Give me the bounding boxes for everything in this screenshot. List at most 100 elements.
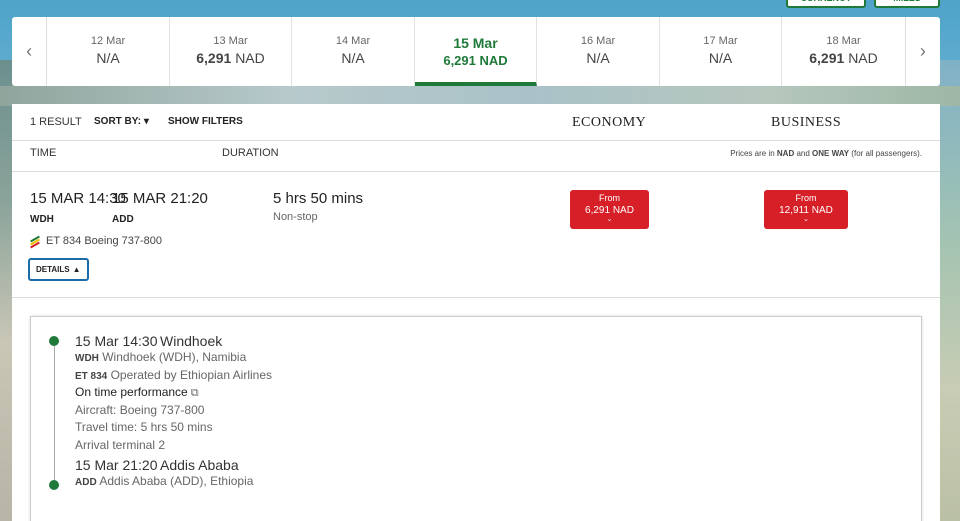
results-toolbar: 1 RESULT SORT BY: ▾ SHOW FILTERS ECONOMY…: [12, 104, 940, 141]
date-cell[interactable]: 17 Mar N/A: [660, 17, 783, 86]
date-cell[interactable]: 13 Mar 6,291 NAD: [170, 17, 293, 86]
date-label: 15 Mar: [453, 35, 498, 51]
background-strip: [0, 86, 960, 106]
flight-row: 15 MAR 14:30 15 MAR 21:20 WDH ADD 5 hrs …: [12, 172, 940, 298]
business-fare-button[interactable]: From 12,911 NAD ⌄: [764, 190, 848, 229]
departure-dot-icon: [49, 336, 59, 346]
date-cell[interactable]: 18 Mar 6,291 NAD: [782, 17, 905, 86]
price-note-text: and: [794, 149, 813, 158]
business-header: BUSINESS: [771, 115, 842, 130]
date-price-currency: NAD: [848, 50, 878, 66]
chevron-down-icon: ⌄: [803, 216, 809, 223]
price-note-text: (for all passengers).: [849, 149, 922, 158]
departure-code: WDH: [75, 353, 99, 364]
arrival-code: ADD: [112, 214, 134, 225]
result-count: 1 RESULT: [30, 116, 82, 128]
date-price: N/A: [96, 50, 120, 66]
travel-time-value: 5 hrs 50 mins: [140, 420, 213, 434]
column-header-row: TIME DURATION Prices are in NAD and ONE …: [12, 141, 940, 172]
chevron-down-icon: ⌄: [606, 216, 613, 223]
date-label: 14 Mar: [335, 35, 371, 47]
date-cell[interactable]: 14 Mar N/A: [292, 17, 415, 86]
business-from-label: From: [795, 193, 817, 203]
date-label: 12 Mar: [90, 35, 126, 47]
date-cell[interactable]: 16 Mar N/A: [537, 17, 660, 86]
date-label: 17 Mar: [703, 35, 738, 47]
flight-info-text: ET 834 Boeing 737-800: [46, 235, 162, 247]
business-price: 12,911 NAD: [779, 205, 833, 216]
arrival-airport: Addis Ababa (ADD), Ethiopia: [99, 474, 254, 488]
aircraft-label: Aircraft:: [75, 403, 117, 417]
segment-departure-time: 15 Mar 14:30: [75, 333, 158, 349]
date-list: 12 Mar N/A 13 Mar 6,291 NAD 14 Mar N/A 1…: [46, 17, 906, 86]
aircraft-value: Boeing 737-800: [119, 403, 205, 417]
price-note-currency: NAD: [776, 149, 795, 158]
chevron-left-icon: ‹: [26, 41, 33, 61]
airline-logo-icon: [30, 235, 42, 249]
next-date-arrow[interactable]: ›: [906, 17, 940, 86]
segment-arrival-airport: ADD Addis Ababa (ADD), Ethiopia: [75, 474, 253, 488]
prev-date-arrow[interactable]: ‹: [12, 17, 46, 86]
price-note: Prices are in NAD and ONE WAY (for all p…: [730, 149, 922, 158]
date-price: N/A: [586, 50, 610, 66]
top-buttons: CURRENCY MILES: [786, 0, 940, 8]
sort-by-dropdown[interactable]: SORT BY: ▾: [94, 116, 149, 127]
segment-departure-city: Windhoek: [160, 333, 223, 349]
date-price: 6,291 NAD: [443, 53, 508, 68]
arrival-time: 15 MAR 21:20: [112, 190, 208, 207]
date-carousel: ‹ 12 Mar N/A 13 Mar 6,291 NAD 14 Mar N/A…: [12, 17, 940, 86]
time-column-header: TIME: [30, 147, 57, 159]
caret-up-icon: ▲: [72, 265, 81, 274]
terminal-label: Arrival terminal: [75, 438, 156, 452]
price-note-text: Prices are in: [730, 149, 777, 158]
on-time-performance-link[interactable]: On time performance ⧉: [75, 385, 199, 400]
sort-by-label: SORT BY:: [94, 116, 142, 127]
date-price: N/A: [708, 50, 733, 66]
flight-info: ET 834 Boeing 737-800: [30, 235, 162, 249]
date-price-amount: 6,291: [196, 50, 232, 66]
results-panel: 1 RESULT SORT BY: ▾ SHOW FILTERS ECONOMY…: [12, 104, 940, 521]
departure-code: WDH: [30, 214, 54, 225]
economy-fare-button[interactable]: From 6,291 NAD ⌄: [570, 190, 649, 229]
departure-airport: Windhoek (WDH), Namibia: [102, 350, 247, 364]
timeline-line: [54, 341, 55, 489]
show-filters-button[interactable]: SHOW FILTERS: [168, 116, 243, 127]
date-price: N/A: [341, 50, 365, 66]
external-link-icon: ⧉: [190, 387, 199, 399]
date-price-amount: 6,291: [809, 50, 845, 66]
date-cell[interactable]: 12 Mar N/A: [47, 17, 170, 86]
stops-info: Non-stop: [273, 211, 318, 223]
segment-flight-operator: ET 834 Operated by Ethiopian Airlines: [75, 368, 272, 382]
date-cell-selected[interactable]: 15 Mar 6,291 NAD: [414, 17, 538, 86]
economy-price: 6,291 NAD: [585, 205, 634, 216]
date-price: 6,291 NAD: [170, 50, 292, 66]
operated-by: Operated by Ethiopian Airlines: [110, 368, 273, 382]
travel-time-info: Travel time: 5 hrs 50 mins: [75, 420, 213, 434]
flight-duration: 5 hrs 50 mins: [273, 190, 364, 207]
travel-time-label: Travel time:: [75, 420, 138, 434]
economy-header: ECONOMY: [572, 115, 647, 130]
flight-number: ET 834: [75, 371, 108, 382]
arrival-code: ADD: [75, 477, 97, 488]
date-price: 6,291 NAD: [782, 50, 905, 66]
details-button[interactable]: DETAILS ▲: [28, 258, 89, 281]
on-time-label: On time performance: [75, 385, 188, 399]
caret-down-icon: ▾: [143, 116, 149, 127]
price-note-trip: ONE WAY: [812, 149, 850, 158]
flight-details-card: 15 Mar 14:30 Windhoek WDH Windhoek (WDH)…: [30, 316, 922, 521]
date-price-currency: NAD: [235, 50, 265, 66]
details-label: DETAILS: [36, 265, 70, 274]
currency-button[interactable]: CURRENCY: [786, 0, 866, 8]
economy-from-label: From: [599, 193, 620, 203]
segment-arrival-city: Addis Ababa: [160, 457, 239, 473]
chevron-right-icon: ›: [919, 41, 926, 61]
date-label: 16 Mar: [580, 35, 616, 47]
duration-column-header: DURATION: [222, 147, 279, 159]
terminal-value: 2: [158, 438, 166, 452]
segment-arrival-time: 15 Mar 21:20: [75, 457, 158, 473]
date-label: 13 Mar: [213, 35, 248, 47]
miles-button[interactable]: MILES: [874, 0, 940, 8]
arrival-terminal-info: Arrival terminal 2: [75, 438, 165, 452]
segment-departure-airport: WDH Windhoek (WDH), Namibia: [75, 350, 246, 364]
arrival-dot-icon: [49, 480, 59, 490]
